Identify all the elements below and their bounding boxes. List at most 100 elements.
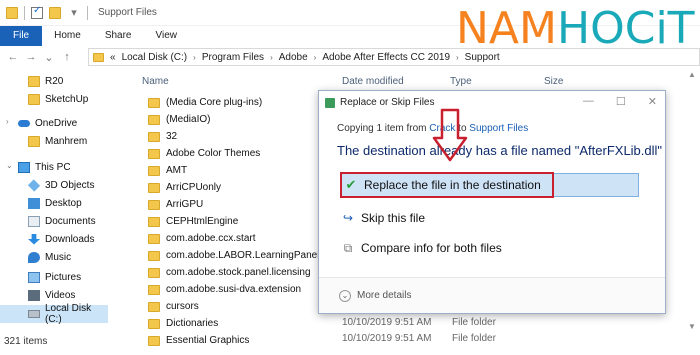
column-header-date[interactable]: Date modified	[342, 76, 404, 87]
breadcrumb-overflow[interactable]: «	[110, 52, 116, 63]
up-icon[interactable]: ↑	[60, 51, 74, 63]
back-icon[interactable]: ←	[6, 51, 20, 63]
sidebar-item-local-disk[interactable]: Local Disk (C:)	[0, 303, 108, 325]
cube-icon	[27, 178, 41, 192]
sidebar-item-downloads[interactable]: Downloads	[0, 230, 108, 248]
copy-icon	[325, 97, 335, 108]
breadcrumb-chevron-icon[interactable]: ›	[456, 53, 459, 62]
address-bar[interactable]: « Local Disk (C:) › Program Files › Adob…	[88, 48, 700, 66]
dialog-title-bar: Replace or Skip Files	[325, 97, 434, 108]
sidebar-item-manhrem[interactable]: Manhrem	[0, 132, 108, 150]
sidebar-item-documents[interactable]: Documents	[0, 212, 108, 230]
status-item-count: 321 items	[4, 336, 48, 347]
sidebar-item-3d-objects[interactable]: 3D Objects	[0, 176, 108, 194]
sidebar-item-onedrive[interactable]: OneDrive	[0, 114, 108, 132]
folder-icon	[148, 131, 160, 142]
breadcrumb-chevron-icon[interactable]: ›	[270, 53, 273, 62]
videos-icon	[28, 289, 40, 301]
destination-link[interactable]: Support Files	[469, 123, 528, 134]
highlight-box	[340, 172, 554, 198]
tab-file[interactable]: File	[0, 26, 43, 46]
navigation-pane: R20 SketchUp › OneDrive Manhrem ⌄ This P…	[0, 68, 108, 330]
type-cell: File folder	[452, 333, 496, 344]
folder-icon	[148, 114, 160, 125]
sidebar-item-videos[interactable]: Videos	[0, 286, 108, 304]
new-folder-icon[interactable]	[49, 6, 61, 19]
folder-icon	[148, 284, 160, 295]
breadcrumb-adobe[interactable]: Adobe	[279, 52, 308, 63]
compare-files-option[interactable]: ⧉ Compare info for both files	[339, 237, 639, 259]
tab-share[interactable]: Share	[93, 26, 144, 46]
sidebar-item-pictures[interactable]: Pictures	[0, 268, 108, 286]
column-header-name[interactable]: Name	[142, 76, 169, 87]
skip-file-option[interactable]: ↪ Skip this file	[339, 207, 639, 229]
folder-icon	[28, 135, 40, 147]
folder-icon	[148, 216, 160, 227]
forward-icon[interactable]: →	[24, 51, 38, 63]
divider	[87, 5, 88, 20]
folder-icon	[148, 301, 160, 312]
minimize-icon[interactable]: —	[583, 95, 594, 108]
breadcrumb-after-effects[interactable]: Adobe After Effects CC 2019	[322, 52, 450, 63]
folder-icon	[148, 267, 160, 278]
sidebar-item-this-pc[interactable]: This PC	[0, 158, 108, 176]
scroll-up-icon[interactable]: ▲	[688, 70, 696, 79]
folder-icon	[28, 93, 40, 105]
folder-icon	[148, 97, 160, 108]
folder-icon	[6, 6, 18, 19]
breadcrumb-program-files[interactable]: Program Files	[202, 52, 264, 63]
column-header-type[interactable]: Type	[450, 76, 472, 87]
close-icon[interactable]: ✕	[648, 95, 657, 108]
desktop-icon	[28, 197, 40, 209]
annotation-arrow-icon	[432, 108, 468, 162]
type-cell: File folder	[452, 317, 496, 328]
vertical-scrollbar[interactable]: ▲ ▼	[686, 70, 698, 332]
replace-or-skip-dialog: Replace or Skip Files — ☐ ✕ Copying 1 it…	[318, 90, 666, 314]
date-modified-cell: 10/10/2019 9:51 AM	[342, 317, 432, 328]
folder-icon	[148, 148, 160, 159]
tab-home[interactable]: Home	[42, 26, 93, 46]
breadcrumb-support[interactable]: Support	[465, 52, 500, 63]
pictures-icon	[28, 271, 40, 283]
ribbon-tabs: File Home Share View	[0, 26, 700, 46]
column-header-size[interactable]: Size	[544, 76, 563, 87]
breadcrumb-chevron-icon[interactable]: ›	[193, 53, 196, 62]
folder-icon	[148, 250, 160, 261]
column-headers: Name Date modified Type Size	[130, 74, 700, 90]
folder-icon	[148, 318, 160, 329]
breadcrumb-chevron-icon[interactable]: ›	[314, 53, 317, 62]
sidebar-item-desktop[interactable]: Desktop	[0, 194, 108, 212]
more-details-toggle[interactable]: ⌄ More details	[319, 277, 665, 313]
navigation-row: ← → ⌄ ↑ « Local Disk (C:) › Program File…	[0, 46, 700, 68]
date-modified-cell: 10/10/2019 9:51 AM	[342, 333, 432, 344]
sidebar-item-r20[interactable]: R20	[0, 72, 108, 90]
tab-view[interactable]: View	[144, 26, 190, 46]
folder-icon	[148, 335, 160, 346]
folder-icon	[148, 182, 160, 193]
dialog-title: Replace or Skip Files	[340, 97, 435, 108]
list-item[interactable]: Dictionaries	[148, 315, 348, 332]
scroll-down-icon[interactable]: ▼	[688, 322, 696, 331]
breadcrumb-local-disk[interactable]: Local Disk (C:)	[122, 52, 188, 63]
drive-icon	[28, 310, 40, 318]
divider	[24, 5, 25, 20]
list-item[interactable]: Essential Graphics	[148, 332, 348, 349]
maximize-icon[interactable]: ☐	[616, 95, 626, 108]
folder-icon	[148, 233, 160, 244]
chevron-down-icon: ⌄	[339, 289, 351, 302]
conflict-message: The destination already has a file named…	[337, 143, 663, 158]
skip-arrow-icon: ↪	[342, 211, 354, 225]
computer-icon	[18, 161, 30, 173]
folder-icon	[93, 52, 104, 62]
sidebar-item-music[interactable]: Music	[0, 248, 108, 266]
folder-icon	[28, 75, 40, 87]
compare-icon: ⧉	[343, 240, 353, 255]
properties-icon[interactable]	[31, 5, 43, 19]
recent-locations-icon[interactable]: ⌄	[42, 51, 56, 64]
quick-access-dropdown-icon[interactable]: ▾	[67, 6, 81, 19]
download-icon	[28, 233, 40, 245]
document-icon	[28, 215, 40, 227]
music-icon	[28, 251, 40, 263]
sidebar-item-sketchup[interactable]: SketchUp	[0, 90, 108, 108]
window-title: Support Files	[98, 7, 157, 18]
